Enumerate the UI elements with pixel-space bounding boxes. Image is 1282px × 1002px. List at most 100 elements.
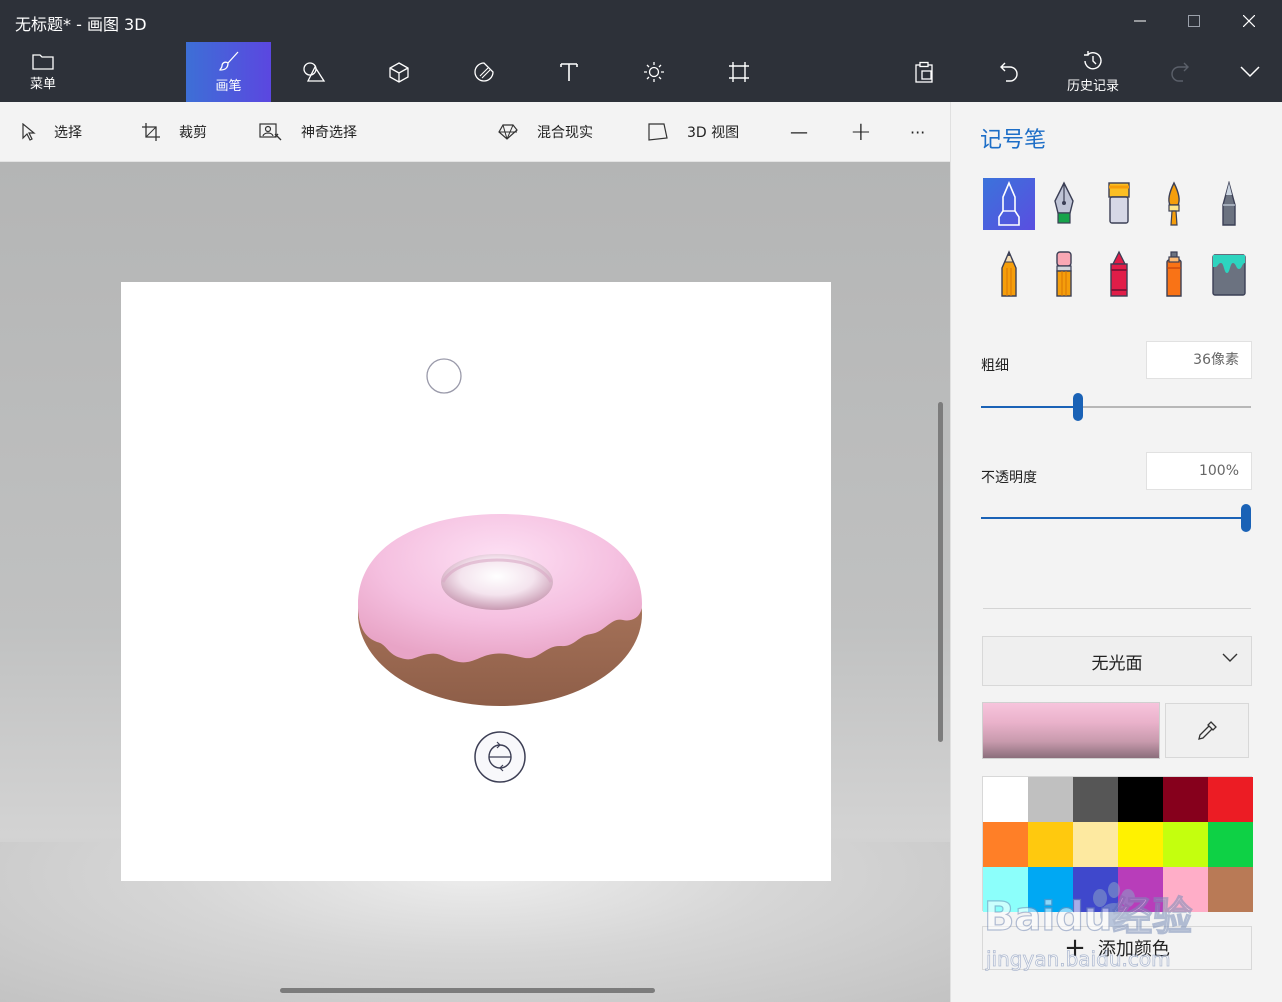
brush-crayon[interactable] <box>1093 248 1145 300</box>
more-options-button[interactable]: ··· <box>910 120 925 144</box>
undo-button[interactable] <box>985 42 1033 102</box>
brushes-tab[interactable]: 画笔 <box>186 42 271 102</box>
horizontal-scrollbar[interactable] <box>280 988 655 993</box>
3d-shapes-tab[interactable] <box>375 42 423 102</box>
color-swatch[interactable] <box>1118 777 1163 822</box>
cursor-arrow-icon <box>22 123 36 141</box>
eyedropper-icon <box>1198 720 1217 740</box>
close-button[interactable] <box>1222 0 1276 42</box>
brush-spray-can[interactable] <box>1148 248 1200 300</box>
opacity-slider-thumb[interactable] <box>1241 504 1251 532</box>
color-swatch[interactable] <box>983 777 1028 822</box>
undo-icon <box>1000 62 1018 82</box>
2d-shapes-tab[interactable] <box>290 42 338 102</box>
fill-bucket-icon <box>1212 254 1246 296</box>
thickness-value-field[interactable]: 36像素 <box>1146 341 1252 379</box>
mixed-reality-button[interactable]: 混合现实 <box>497 120 593 144</box>
color-swatch[interactable] <box>983 822 1028 867</box>
canvas[interactable] <box>121 282 831 881</box>
magic-select-button[interactable]: 神奇选择 <box>259 120 357 144</box>
stickers-tab[interactable] <box>460 42 508 102</box>
mixed-reality-label: 混合现实 <box>537 125 593 141</box>
color-swatch[interactable] <box>1028 822 1073 867</box>
minimize-icon <box>1134 20 1146 22</box>
zoom-out-button[interactable]: — <box>790 120 808 144</box>
effects-tab[interactable] <box>630 42 678 102</box>
color-swatch[interactable] <box>983 867 1028 912</box>
color-swatch[interactable] <box>1073 822 1118 867</box>
brush-eraser[interactable] <box>1038 248 1090 300</box>
zoom-in-button[interactable]: + <box>850 117 872 147</box>
redo-button[interactable] <box>1156 42 1204 102</box>
crop-label: 裁剪 <box>179 125 207 141</box>
color-swatch[interactable] <box>1118 822 1163 867</box>
brush-pencil[interactable] <box>983 248 1035 300</box>
finish-dropdown[interactable]: 无光面 <box>982 636 1252 686</box>
color-swatch[interactable] <box>1073 777 1118 822</box>
opacity-value-field[interactable]: 100% <box>1146 452 1252 490</box>
brush-calligraphy-pen[interactable] <box>1038 178 1090 230</box>
text-tab[interactable] <box>545 42 593 102</box>
eyedropper-button[interactable] <box>1165 703 1249 758</box>
history-button[interactable]: 历史记录 <box>1060 42 1126 102</box>
color-swatch[interactable] <box>1208 867 1253 912</box>
folder-icon <box>32 54 54 70</box>
maximize-icon <box>1188 15 1200 27</box>
color-swatch[interactable] <box>1163 777 1208 822</box>
3d-view-label: 3D 视图 <box>687 125 740 141</box>
paste-button[interactable] <box>900 42 948 102</box>
mixed-reality-icon <box>498 124 518 140</box>
eraser-icon <box>1056 251 1072 297</box>
cube-icon <box>389 62 409 83</box>
opacity-label: 不透明度 <box>981 470 1037 486</box>
history-label: 历史记录 <box>1066 79 1119 94</box>
select-button[interactable]: 选择 <box>22 120 82 144</box>
thickness-slider-thumb[interactable] <box>1073 393 1083 421</box>
maximize-button[interactable] <box>1167 0 1221 42</box>
brush-pixel-pen[interactable] <box>1203 178 1255 230</box>
canvas-icon <box>729 62 749 82</box>
add-color-button[interactable]: + 添加颜色 <box>982 926 1252 970</box>
color-swatch[interactable] <box>1118 867 1163 912</box>
vertical-scrollbar[interactable] <box>938 402 943 742</box>
brush-marker[interactable] <box>983 178 1035 230</box>
expand-toolbar-button[interactable] <box>1226 42 1274 102</box>
minimize-button[interactable] <box>1113 0 1167 42</box>
watercolor-icon <box>1168 181 1180 226</box>
secondary-toolbar: 选择 裁剪 神奇选择 混合现实 3D 视图 — + ··· <box>0 102 950 162</box>
main-toolbar: 菜单 画笔 历史记录 <box>0 42 1282 102</box>
brush-panel: 记号笔 粗细 36像素 不透明度 100% 无光面 + 添加颜色 <box>950 102 1282 1002</box>
shapes-icon <box>303 62 326 82</box>
thickness-label: 粗细 <box>981 358 1009 374</box>
thickness-slider[interactable] <box>981 393 1251 421</box>
color-swatch[interactable] <box>1163 867 1208 912</box>
add-color-label: 添加颜色 <box>1097 939 1170 960</box>
select-label: 选择 <box>54 125 82 141</box>
color-swatch[interactable] <box>1028 777 1073 822</box>
calligraphy-pen-icon <box>1054 181 1074 224</box>
color-swatch[interactable] <box>1028 867 1073 912</box>
rotate-handle[interactable] <box>474 731 526 783</box>
color-swatch[interactable] <box>1073 867 1118 912</box>
3d-view-button[interactable]: 3D 视图 <box>647 120 739 144</box>
color-swatch[interactable] <box>1208 822 1253 867</box>
crop-button[interactable]: 裁剪 <box>141 120 207 144</box>
opacity-slider[interactable] <box>981 504 1251 532</box>
brush-watercolor[interactable] <box>1148 178 1200 230</box>
workspace[interactable] <box>0 162 950 1002</box>
sun-icon <box>644 62 664 82</box>
color-swatch[interactable] <box>1163 822 1208 867</box>
canvas-tab[interactable] <box>715 42 763 102</box>
color-swatch[interactable] <box>1208 777 1253 822</box>
current-color-swatch[interactable] <box>982 702 1160 759</box>
brush-oil[interactable] <box>1093 178 1145 230</box>
3d-view-icon <box>648 123 668 141</box>
menu-button[interactable]: 菜单 <box>14 42 72 102</box>
oil-brush-icon <box>1108 182 1130 224</box>
donut-3d-object[interactable] <box>358 514 642 706</box>
marker-icon <box>998 181 1020 226</box>
panel-title: 记号笔 <box>980 128 1047 153</box>
magic-select-icon <box>259 123 282 141</box>
brush-fill[interactable] <box>1203 248 1255 300</box>
zoom-in-icon: + <box>850 117 872 147</box>
